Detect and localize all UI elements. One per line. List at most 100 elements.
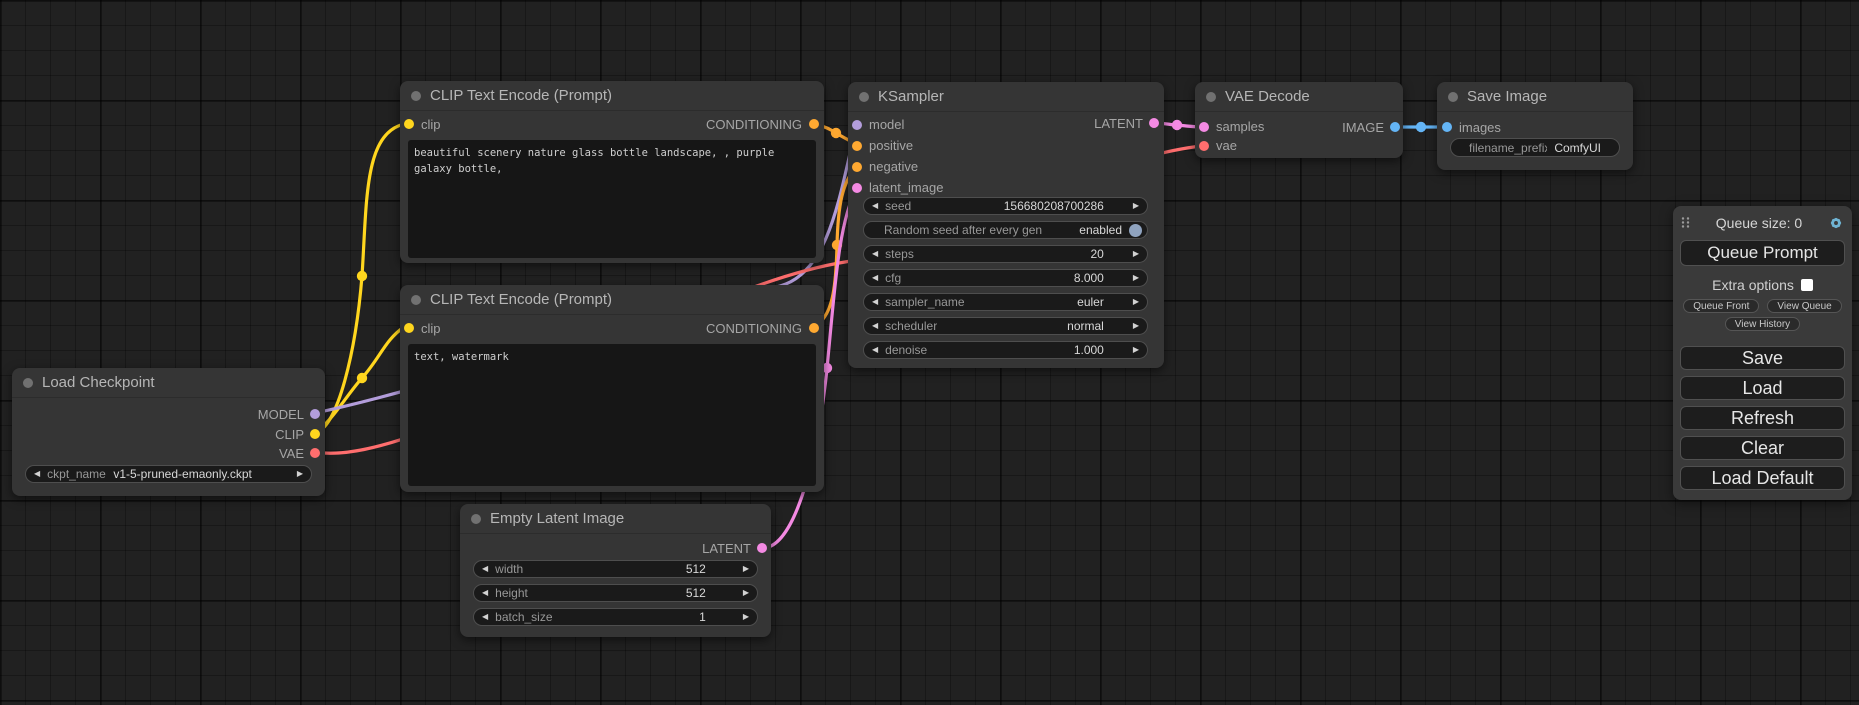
latent-output-port[interactable] [757,543,767,553]
collapse-dot-icon[interactable] [471,514,481,524]
decrement-arrow-icon[interactable]: ◀ [482,565,488,573]
increment-arrow-icon[interactable]: ▶ [1133,250,1139,258]
width-widget[interactable]: ◀ width 512 ▶ [473,560,758,578]
view-history-button[interactable]: View History [1725,317,1800,331]
extra-options-checkbox[interactable] [1801,279,1813,291]
load-default-button[interactable]: Load Default [1680,466,1845,490]
toggle-on-icon[interactable] [1129,224,1142,237]
prev-value-arrow-icon[interactable]: ◀ [34,470,40,478]
view-queue-button[interactable]: View Queue [1767,299,1841,313]
vae-input-port[interactable] [1199,141,1209,151]
load-button[interactable]: Load [1680,376,1845,400]
height-widget[interactable]: ◀ height 512 ▶ [473,584,758,602]
collapse-dot-icon[interactable] [23,378,33,388]
next-value-arrow-icon[interactable]: ▶ [297,470,303,478]
queue-prompt-button[interactable]: Queue Prompt [1680,240,1845,266]
output-latent: LATENT [1094,113,1159,133]
settings-gear-icon[interactable] [1827,214,1845,232]
output-image: IMAGE [1342,117,1400,137]
drag-handle[interactable] [1680,216,1691,231]
clip-input-port[interactable] [404,119,414,129]
vae-output-port[interactable] [310,448,320,458]
latent-image-input-port[interactable] [852,183,862,193]
negative-prompt-textarea[interactable]: text, watermark [408,344,816,486]
increment-arrow-icon[interactable]: ▶ [1133,202,1139,210]
node-save-image[interactable]: Save Image images filename_prefix ComfyU… [1437,82,1633,170]
model-input-port[interactable] [852,120,862,130]
positive-input-port[interactable] [852,141,862,151]
node-title: Save Image [1467,88,1547,105]
steps-widget[interactable]: ◀ steps 20 ▶ [863,245,1148,263]
decrement-arrow-icon[interactable]: ◀ [482,589,488,597]
collapse-dot-icon[interactable] [1448,92,1458,102]
decrement-arrow-icon[interactable]: ◀ [872,202,878,210]
decrement-arrow-icon[interactable]: ◀ [482,613,488,621]
collapse-dot-icon[interactable] [859,92,869,102]
clear-button[interactable]: Clear [1680,436,1845,460]
collapse-dot-icon[interactable] [411,295,421,305]
collapse-dot-icon[interactable] [411,91,421,101]
increment-arrow-icon[interactable]: ▶ [1133,274,1139,282]
scheduler-widget[interactable]: ◀ scheduler normal ▶ [863,317,1148,335]
decrement-arrow-icon[interactable]: ◀ [872,250,878,258]
node-header: CLIP Text Encode (Prompt) [400,81,824,111]
node-clip-text-encode-positive[interactable]: CLIP Text Encode (Prompt) clip CONDITION… [400,81,824,263]
ckpt-name-widget[interactable]: ◀ ckpt_name v1-5-pruned-emaonly.ckpt ▶ [25,465,312,483]
input-clip: clip [404,117,441,132]
clip-input-port[interactable] [404,323,414,333]
increment-arrow-icon[interactable]: ▶ [1133,346,1139,354]
random-seed-widget[interactable]: Random seed after every gen enabled [863,221,1148,239]
increment-arrow-icon[interactable]: ▶ [743,565,749,573]
increment-arrow-icon[interactable]: ▶ [743,613,749,621]
batch-size-widget[interactable]: ◀ batch_size 1 ▶ [473,608,758,626]
prev-value-arrow-icon[interactable]: ◀ [872,298,878,306]
model-output-port[interactable] [310,409,320,419]
denoise-widget[interactable]: ◀ denoise 1.000 ▶ [863,341,1148,359]
node-vae-decode[interactable]: VAE Decode samples vae IMAGE [1195,82,1403,158]
image-output-port[interactable] [1390,122,1400,132]
samples-input-port[interactable] [1199,122,1209,132]
prev-value-arrow-icon[interactable]: ◀ [872,322,878,330]
clip-output-port[interactable] [310,429,320,439]
node-graph-canvas[interactable]: Load Checkpoint MODEL CLIP VAE ◀ ckpt_na… [0,0,1859,705]
increment-arrow-icon[interactable]: ▶ [743,589,749,597]
next-value-arrow-icon[interactable]: ▶ [1133,322,1139,330]
node-header: Save Image [1437,82,1633,112]
latent-output-port[interactable] [1149,118,1159,128]
node-title: VAE Decode [1225,88,1310,105]
output-model: MODEL [258,404,320,424]
node-header: Load Checkpoint [12,368,325,398]
seed-widget[interactable]: ◀ seed 156680208700286 ▶ [863,197,1148,215]
negative-input-port[interactable] [852,162,862,172]
output-conditioning: CONDITIONING [706,117,819,132]
refresh-button[interactable]: Refresh [1680,406,1845,430]
collapse-dot-icon[interactable] [1206,92,1216,102]
conditioning-output-port[interactable] [809,119,819,129]
node-title: KSampler [878,88,944,105]
wire-midpoint-dot-positive-conditioning-to-ksampler [831,128,841,138]
images-input-port[interactable] [1442,122,1452,132]
wire-midpoint-dot-checkpoint-clip-to-negative-prompt [357,373,367,383]
input-vae: vae [1199,136,1264,155]
sampler-name-widget[interactable]: ◀ sampler_name euler ▶ [863,293,1148,311]
cfg-widget[interactable]: ◀ cfg 8.000 ▶ [863,269,1148,287]
conditioning-output-port[interactable] [809,323,819,333]
node-empty-latent-image[interactable]: Empty Latent Image LATENT ◀ width 512 ▶ … [460,504,771,637]
node-ksampler[interactable]: KSampler model positive negative latent_… [848,82,1164,368]
save-button[interactable]: Save [1680,346,1845,370]
input-latent-image: latent_image [852,177,943,198]
node-header: KSampler [848,82,1164,112]
node-load-checkpoint[interactable]: Load Checkpoint MODEL CLIP VAE ◀ ckpt_na… [12,368,325,496]
next-value-arrow-icon[interactable]: ▶ [1133,298,1139,306]
filename-prefix-widget[interactable]: filename_prefix ComfyUI [1450,138,1620,157]
output-clip: CLIP [275,424,320,444]
node-clip-text-encode-negative[interactable]: CLIP Text Encode (Prompt) clip CONDITION… [400,285,824,492]
output-conditioning: CONDITIONING [706,321,819,336]
extra-options-label: Extra options [1712,277,1794,293]
node-title: CLIP Text Encode (Prompt) [430,87,612,104]
decrement-arrow-icon[interactable]: ◀ [872,274,878,282]
node-header: Empty Latent Image [460,504,771,534]
decrement-arrow-icon[interactable]: ◀ [872,346,878,354]
queue-front-button[interactable]: Queue Front [1683,299,1759,313]
positive-prompt-textarea[interactable]: beautiful scenery nature glass bottle la… [408,140,816,258]
